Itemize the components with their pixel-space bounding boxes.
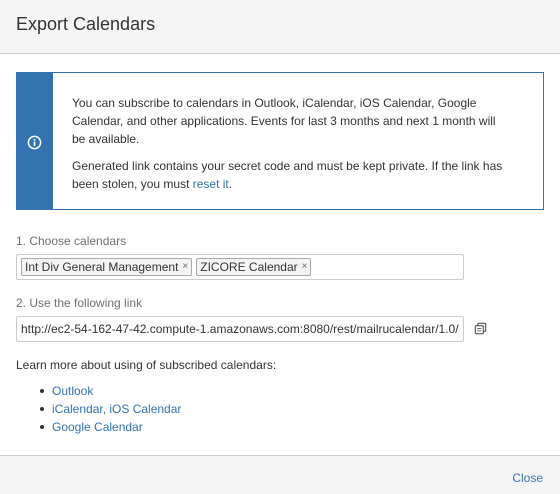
info-strip [17,73,53,209]
dialog-header: Export Calendars [0,0,560,54]
reset-link[interactable]: reset it [193,177,229,191]
subscription-link-input[interactable] [16,316,464,342]
remove-tag-icon[interactable]: × [302,262,308,272]
icalendar-link[interactable]: iCalendar, iOS Calendar [52,402,181,416]
calendar-tag: Int Div General Management × [21,258,193,276]
info-secret-text: Generated link contains your secret code… [72,159,503,191]
choose-calendars-label: 1. Choose calendars [16,234,127,248]
list-item: Google Calendar [38,418,181,436]
close-button[interactable]: Close [512,470,543,486]
calendar-tag: ZICORE Calendar × [196,258,312,276]
dialog-footer: Close [0,455,560,494]
dialog-title: Export Calendars [16,14,156,34]
calendar-select[interactable]: Int Div General Management × ZICORE Cale… [16,254,464,280]
following-link-label: 2. Use the following link [16,296,143,310]
list-item: iCalendar, iOS Calendar [38,400,181,418]
copy-icon[interactable] [473,321,488,336]
learn-more-text: Learn more about using of subscribed cal… [16,358,277,372]
google-calendar-link[interactable]: Google Calendar [52,420,143,434]
info-secret-suffix: . [228,177,233,191]
info-paragraph-subscribe: You can subscribe to calendars in Outloo… [72,96,496,146]
list-item: Outlook [38,382,181,400]
info-paragraph-secret: Generated link contains your secret code… [72,157,512,193]
info-text: You can subscribe to calendars in Outloo… [72,94,512,193]
calendar-tag-label: ZICORE Calendar [200,260,298,274]
info-circle-icon [27,135,42,150]
outlook-link[interactable]: Outlook [52,384,93,398]
remove-tag-icon[interactable]: × [182,262,188,272]
help-links-list: Outlook iCalendar, iOS Calendar Google C… [38,382,181,436]
calendar-tag-label: Int Div General Management [25,260,179,274]
info-message: You can subscribe to calendars in Outloo… [16,72,544,210]
